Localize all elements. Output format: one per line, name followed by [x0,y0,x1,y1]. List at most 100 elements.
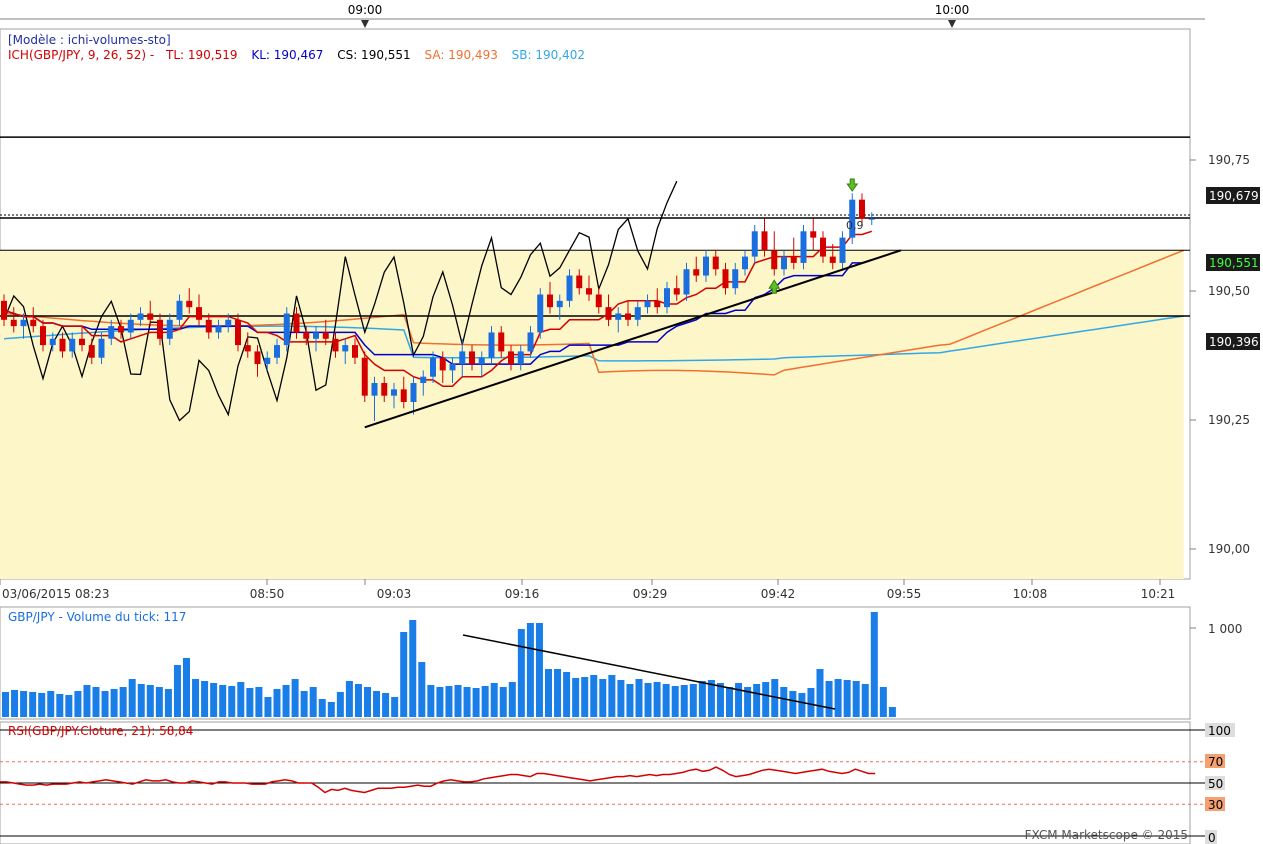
candle-body [205,319,212,333]
candle-body [644,300,651,308]
candle-body [732,269,739,289]
volume-bar [644,683,652,717]
volume-bar [155,687,163,717]
rsi-level-50: 50 [1208,777,1223,791]
x-axis-label: 09:16 [505,587,540,601]
x-axis-label: 10:08 [1013,587,1048,601]
volume-bar [29,692,37,717]
candle-body [556,300,563,308]
volume-bar [318,699,326,717]
volume-bar [870,612,878,717]
volume-bar [481,686,489,717]
volume-bar [554,669,562,717]
volume-bar [354,684,362,717]
candle-body [166,319,173,339]
candle-body [761,231,768,251]
candle-body [147,313,154,320]
price-label-current: 190,551 [1209,256,1259,270]
volume-bar [409,620,417,717]
candle-body [742,256,748,270]
volume-bar [517,629,525,717]
candle-body [459,351,466,365]
price-tick-label: 190,50 [1208,284,1250,298]
model-label: [Modèle : ichi-volumes-sto] [8,33,171,47]
volume-bar [192,679,200,717]
candle-body [391,389,397,396]
candle-body [322,332,329,339]
candle-body [654,300,661,308]
volume-bar [83,685,91,717]
volume-bar [454,685,462,717]
candle-body [566,275,573,301]
volume-bar [463,687,471,717]
x-axis-label: 10:21 [1141,587,1176,601]
candle-body [361,357,368,396]
legend-cs: CS: 190,551 [337,48,410,62]
candle-body [634,307,641,320]
price-tick-label: 190,75 [1208,153,1250,167]
legend-tl: TL: 190,519 [165,48,238,62]
volume-bar [716,683,724,717]
x-axis-label: 09:42 [761,587,796,601]
volume-bar [345,681,353,717]
candle-body [712,256,719,270]
candle-body [381,383,388,396]
volume-bar [56,694,64,717]
volume-bar [128,679,136,717]
candle-body [478,357,485,365]
top-marker-0900-arrow-icon [361,20,369,28]
candle-body [352,345,358,358]
legend-sa: SA: 190,493 [425,48,498,62]
indicator-legend: ICH(GBP/JPY, 9, 26, 52) - TL: 190,519 KL… [8,48,585,62]
candle-body [615,313,622,320]
volume-bar [490,683,498,717]
candle-body [868,218,875,220]
x-axis-label: 03/06/2015 08:23 [2,587,110,601]
volume-bar [545,669,552,717]
volume-bar [780,687,788,717]
candle-body [254,351,261,365]
candle-body [20,319,27,327]
volume-bar [590,675,598,717]
volume-bar [635,679,643,717]
volume-bar [2,692,9,717]
candle-body [751,231,758,257]
volume-label: GBP/JPY - Volume du tick: 117 [8,610,186,624]
x-axis: 03/06/2015 08:23 08:50 09:03 09:16 09:29… [0,579,1175,601]
volume-bar [20,691,28,717]
volume-bar [273,689,281,717]
candle-body [1,300,7,320]
candle-body [605,307,612,320]
candle-body [127,319,134,333]
candle-body [693,269,700,276]
candle-body [157,319,163,339]
volume-bar [137,684,145,717]
candle-body [88,345,95,358]
candle-body [771,250,778,270]
volume-bar [391,697,399,717]
candle-body [449,364,456,371]
volume-bar [255,687,263,717]
candle-body [498,332,505,352]
volume-bar [47,691,55,717]
volume-bar [735,683,743,717]
volume-bar [563,672,571,717]
candle-body [537,294,544,333]
top-marker-0900: 09:00 [348,3,383,17]
volume-bar [879,687,887,717]
legend-sb: SB: 190,402 [512,48,585,62]
price-tick-label: 190,25 [1208,413,1250,427]
candle-body [547,294,553,308]
volume-bar [364,687,371,717]
x-axis-label: 09:29 [633,587,668,601]
top-marker-1000: 10:00 [935,3,970,17]
candle-body [508,351,514,365]
volume-bar [825,681,833,717]
candle-body [244,345,251,352]
price-label-396: 190,396 [1209,335,1259,349]
candle-body [176,300,183,320]
candle-body [342,345,349,352]
volume-bar [834,679,842,717]
candle-body [313,332,319,339]
price-label-679: 190,679 [1209,189,1259,203]
